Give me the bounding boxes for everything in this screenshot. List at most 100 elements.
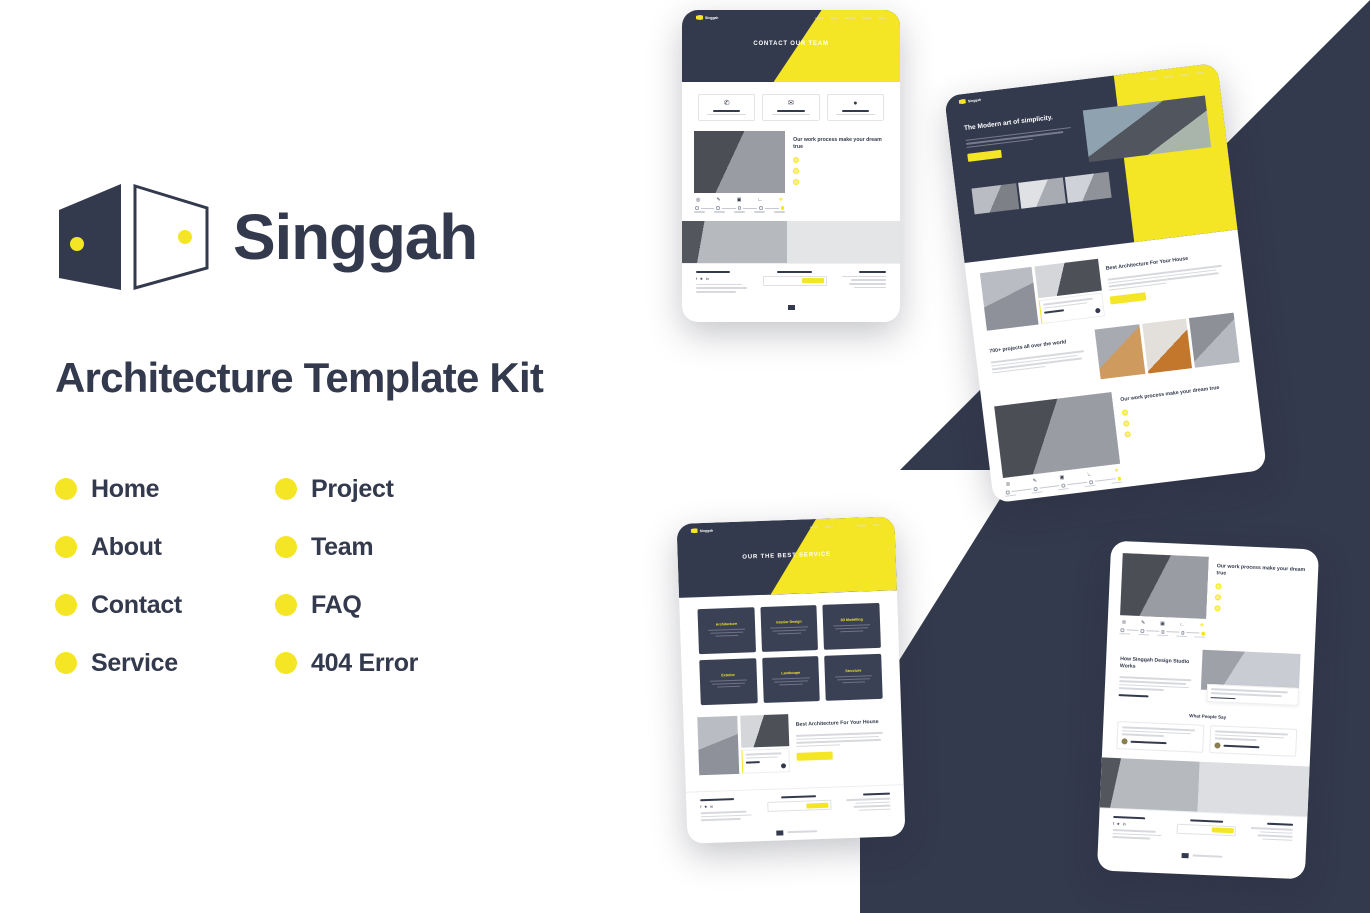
discover-button[interactable] <box>1109 292 1146 305</box>
service-card[interactable]: Exterior <box>699 658 758 706</box>
image-icon[interactable]: ▣ <box>1059 474 1064 481</box>
list-item-home[interactable]: Home <box>55 475 275 504</box>
mockup-logo[interactable]: Singgah <box>696 15 718 20</box>
discover-button[interactable] <box>796 751 834 762</box>
image-icon[interactable]: ▣ <box>737 197 742 203</box>
service-card[interactable]: Architecture <box>697 607 756 655</box>
nav-link-menu[interactable]: Menu <box>873 522 881 526</box>
facebook-icon[interactable]: f <box>700 804 701 809</box>
thumb-photo[interactable] <box>1064 171 1113 204</box>
subscribe-button[interactable] <box>806 802 829 809</box>
map-section[interactable] <box>682 220 900 263</box>
nav-link-service[interactable]: Service <box>845 16 855 20</box>
ruler-icon[interactable]: ∟ <box>1180 622 1185 628</box>
mockup-nav-links: Home About Service Project Menu <box>810 522 881 528</box>
footer-newsletter-col <box>1176 819 1237 845</box>
paint-icon[interactable]: ❖ <box>779 197 783 203</box>
lamp-icon[interactable]: ◎ <box>1122 619 1127 625</box>
contact-card-visit[interactable]: ● <box>826 94 884 122</box>
nav-link-about[interactable]: About <box>830 16 838 20</box>
contact-card-call[interactable]: ✆ <box>698 94 756 122</box>
contact-page-mockup[interactable]: Singgah Home About Service Project Menu … <box>682 10 900 322</box>
list-item-about[interactable]: About <box>55 533 275 562</box>
newsletter-form[interactable] <box>767 799 832 812</box>
facebook-icon[interactable]: f <box>1113 821 1114 826</box>
gear-icon[interactable] <box>1094 307 1101 314</box>
home-page-mockup[interactable]: Singgah Home About Service Project Menu … <box>944 62 1267 504</box>
nav-link-service[interactable]: Service <box>840 523 850 527</box>
email-input[interactable] <box>770 804 807 809</box>
thumb-photo[interactable] <box>1017 177 1066 209</box>
nav-link-project[interactable]: Project <box>862 16 871 20</box>
ruler-icon[interactable]: ∟ <box>758 197 763 203</box>
edit-icon[interactable]: ✎ <box>1141 620 1145 626</box>
avatar <box>1214 742 1221 749</box>
map-placeholder[interactable] <box>786 220 900 263</box>
hero-cta-button[interactable] <box>967 150 1002 163</box>
email-input[interactable] <box>1179 827 1211 832</box>
image-icon[interactable]: ▣ <box>1160 621 1165 627</box>
service-card[interactable]: 3D Modelling <box>822 602 881 650</box>
subscribe-button[interactable] <box>1211 827 1234 834</box>
read-more-link[interactable] <box>1118 693 1149 697</box>
map-section[interactable] <box>1099 757 1310 817</box>
nav-link-about[interactable]: About <box>1148 76 1156 81</box>
mockup-logo[interactable]: Singgah <box>691 528 714 534</box>
phone-icon: ✆ <box>723 100 730 107</box>
nav-link-menu[interactable]: Menu <box>878 16 886 20</box>
nav-link-project[interactable]: Project <box>1180 72 1190 77</box>
newsletter-form[interactable] <box>763 275 827 286</box>
work-process-title: Our work process make your dream true <box>793 137 882 151</box>
twitter-icon[interactable]: ★ <box>1116 821 1120 826</box>
page-label: Contact <box>91 590 182 619</box>
paint-icon[interactable]: ❖ <box>1114 468 1119 475</box>
bedroom-photo: ◎ ✎ ▣ ∟ ❖ <box>994 392 1123 498</box>
list-item-contact[interactable]: Contact <box>55 591 275 620</box>
service-card[interactable]: Interior Design <box>760 605 819 653</box>
contact-card-email[interactable]: ✉ <box>762 94 820 122</box>
nav-link-about[interactable]: About <box>825 524 833 528</box>
list-item-404-error[interactable]: 404 Error <box>275 649 495 678</box>
nav-link-home[interactable]: Home <box>810 524 818 528</box>
project-photo[interactable] <box>1094 324 1145 380</box>
facebook-icon[interactable]: f <box>696 276 697 281</box>
page-title: Architecture Template Kit <box>55 354 544 401</box>
nav-link-service[interactable]: Service <box>1163 74 1173 79</box>
service-card[interactable]: Structure <box>824 653 883 701</box>
about-page-mockup[interactable]: ◎ ✎ ▣ ∟ ❖ Our work process make your dre… <box>1096 540 1320 880</box>
email-input[interactable] <box>766 279 803 283</box>
lamp-icon[interactable]: ◎ <box>696 197 700 203</box>
footer-social-title <box>696 270 731 273</box>
service-page-mockup[interactable]: Singgah Home About Service Project Menu … <box>676 516 906 844</box>
twitter-icon[interactable]: ★ <box>704 804 708 809</box>
paint-icon[interactable]: ❖ <box>1200 623 1205 629</box>
map-placeholder[interactable] <box>1197 761 1310 817</box>
linkedin-icon[interactable]: in <box>706 276 709 281</box>
mockup-logo[interactable]: Singgah <box>959 97 982 105</box>
service-card[interactable]: Landscape <box>761 656 821 703</box>
edit-icon[interactable]: ✎ <box>1032 478 1037 484</box>
project-photo[interactable] <box>1189 312 1240 368</box>
nav-link-menu[interactable]: Menu <box>1196 70 1204 75</box>
services-grid: Architecture Interior Design 3D Modellin… <box>679 590 901 706</box>
newsletter-form[interactable] <box>1176 823 1237 837</box>
gear-icon[interactable] <box>781 763 787 769</box>
edit-icon[interactable]: ✎ <box>716 197 720 203</box>
brand-row: Singgah <box>55 182 640 292</box>
linkedin-icon[interactable]: in <box>1123 821 1126 826</box>
subscribe-button[interactable] <box>802 278 825 284</box>
nav-link-project[interactable]: Project <box>857 523 866 527</box>
lamp-icon[interactable]: ◎ <box>1005 481 1010 487</box>
service-icon-row: ◎ ✎ ▣ ∟ ❖ <box>694 193 785 203</box>
list-item-service[interactable]: Service <box>55 649 275 678</box>
project-photo[interactable] <box>1141 318 1193 374</box>
ruler-icon[interactable]: ∟ <box>1087 471 1093 478</box>
twitter-icon[interactable]: ★ <box>700 276 704 281</box>
linkedin-icon[interactable]: in <box>710 804 713 809</box>
list-item-project[interactable]: Project <box>275 475 495 504</box>
nav-link-home[interactable]: Home <box>1134 78 1142 83</box>
list-item-team[interactable]: Team <box>275 533 495 562</box>
thumb-photo[interactable] <box>971 183 1020 215</box>
nav-link-home[interactable]: Home <box>815 16 823 20</box>
list-item-faq[interactable]: FAQ <box>275 591 495 620</box>
